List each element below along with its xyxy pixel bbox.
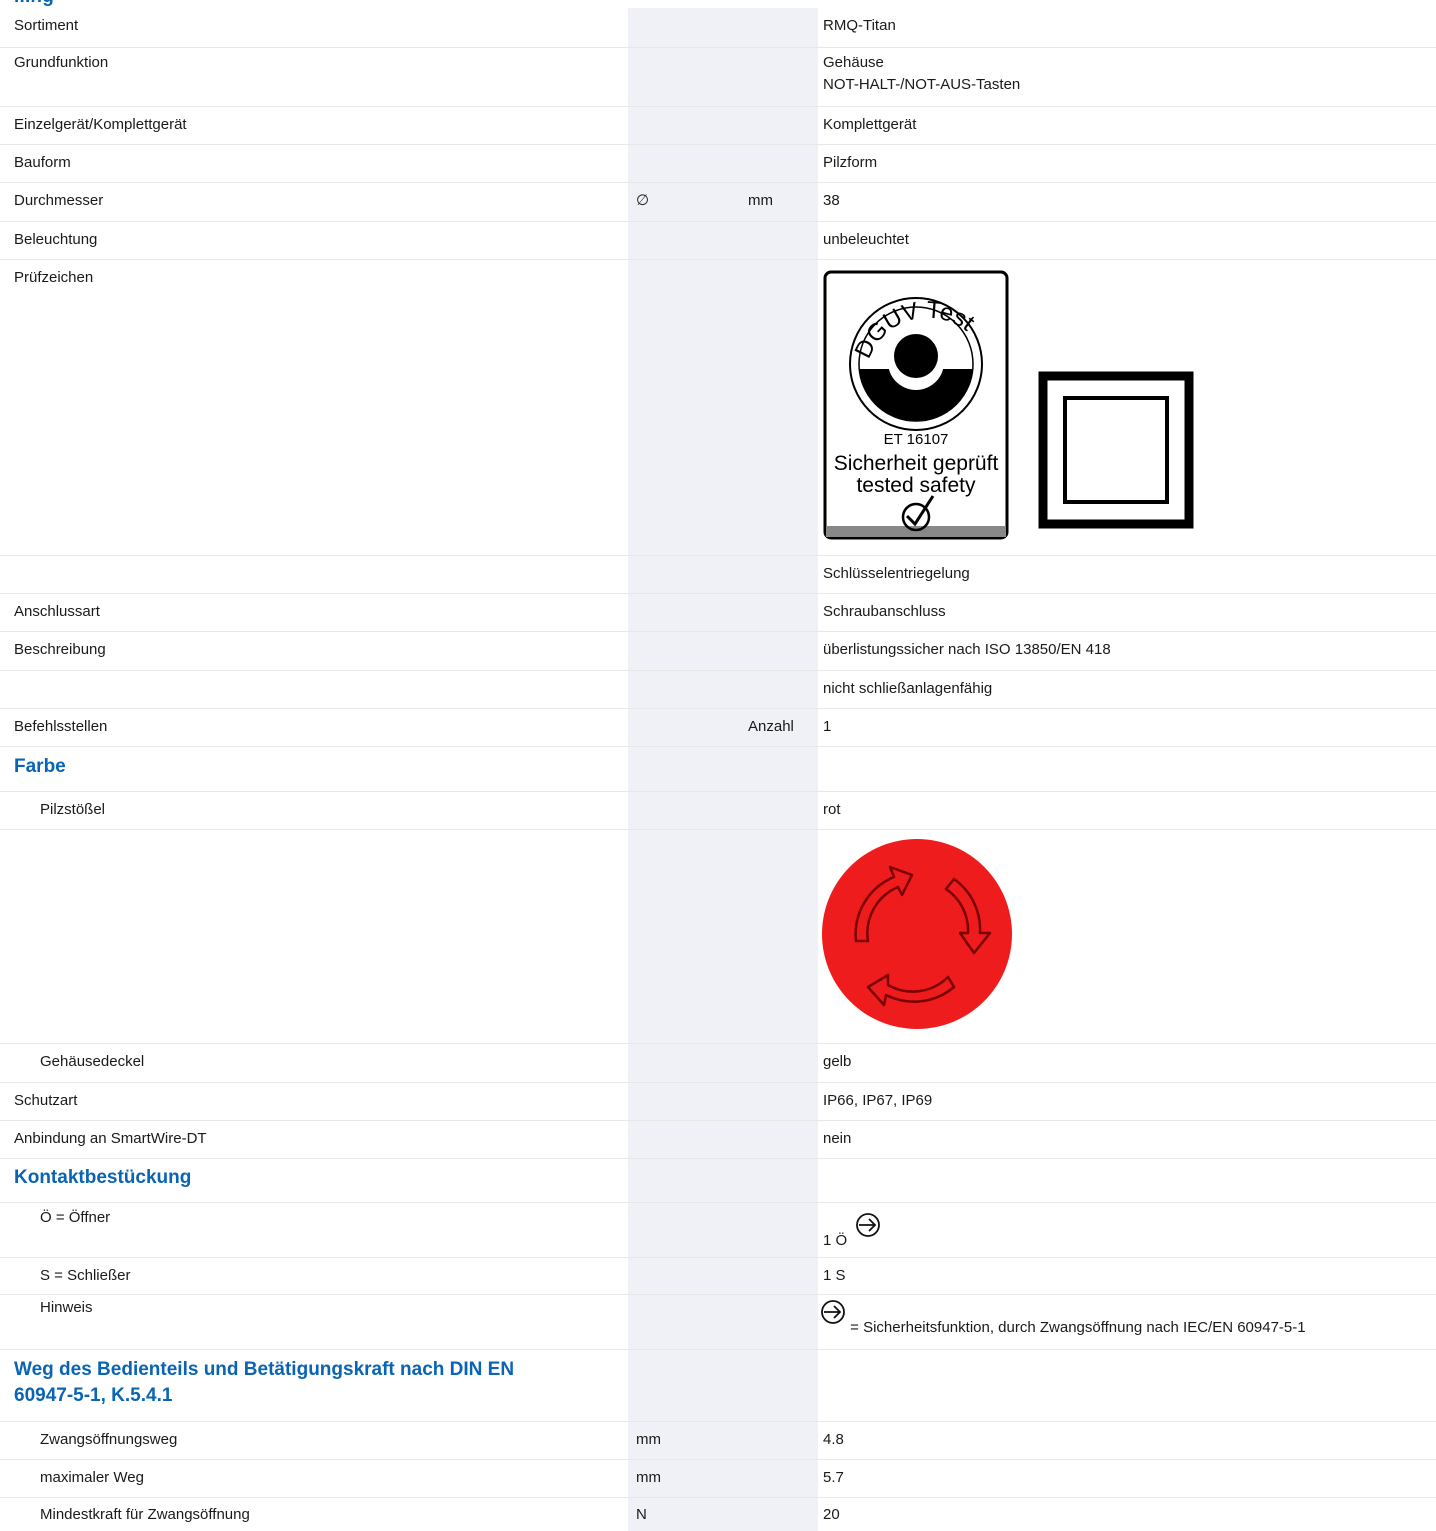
label: Einzelgerät/Komplettgerät xyxy=(14,116,187,133)
label: Befehlsstellen xyxy=(14,718,108,735)
label: Pilzstößel xyxy=(40,801,106,818)
value: nein xyxy=(823,1130,852,1147)
row-befehlsstellen: Befehlsstellen Anzahl 1 xyxy=(0,709,1436,747)
section-farbe: Farbe xyxy=(0,747,1436,792)
value: rot xyxy=(823,801,841,818)
row-schliessanlage: nicht schließanlagenfähig xyxy=(0,671,1436,709)
label: Anbindung an SmartWire-DT xyxy=(14,1130,207,1147)
value: unbeleuchtet xyxy=(823,231,909,248)
section-kontaktbestueckung: Kontaktbestückung xyxy=(0,1159,1436,1203)
row-maximaler-weg: maximaler Weg mm 5.7 xyxy=(0,1460,1436,1498)
value: gelb xyxy=(823,1053,852,1070)
row-sortiment: Sortiment RMQ-Titan xyxy=(0,8,1436,48)
row-button-image xyxy=(0,830,1436,1044)
value: 20 xyxy=(823,1506,840,1523)
label: Beleuchtung xyxy=(14,231,98,248)
row-anschlussart: Anschlussart Schraubanschluss xyxy=(0,594,1436,632)
row-schliesser: S = Schließer 1 S xyxy=(0,1258,1436,1295)
section-heading-line1: Weg des Bedienteils und Betätigungskraft… xyxy=(14,1359,515,1380)
label: Beschreibung xyxy=(14,641,106,658)
label: Ö = Öffner xyxy=(40,1209,111,1226)
row-gehaeusedeckel: Gehäusedeckel gelb xyxy=(0,1044,1436,1083)
label: Bauform xyxy=(14,154,71,171)
value: 1 xyxy=(823,718,832,735)
section-heading-line2: 60947-5-1, K.5.4.1 xyxy=(14,1385,173,1406)
section-heading: Kontaktbestückung xyxy=(14,1167,192,1188)
label: Sortiment xyxy=(14,17,79,34)
row-grundfunktion: Grundfunktion Gehäuse NOT-HALT-/NOT-AUS-… xyxy=(0,48,1436,107)
label: Schutzart xyxy=(14,1092,78,1109)
unit: N xyxy=(636,1506,647,1523)
value: RMQ-Titan xyxy=(823,17,896,34)
row-durchmesser: Durchmesser ∅ mm 38 xyxy=(0,183,1436,222)
row-bauform: Bauform Pilzform xyxy=(0,145,1436,183)
value: 1 Ö xyxy=(823,1232,848,1249)
value: Schraubanschluss xyxy=(823,603,946,620)
dguv-line1: Sicherheit geprüft xyxy=(834,452,999,475)
label: Durchmesser xyxy=(14,192,104,209)
value: überlistungssicher nach ISO 13850/EN 418 xyxy=(823,641,1111,658)
value: IP66, IP67, IP69 xyxy=(823,1092,933,1109)
mushroom-button-icon xyxy=(822,839,1012,1029)
row-einzelgeraet: Einzelgerät/Komplettgerät Komplettgerät xyxy=(0,107,1436,145)
label: Hinweis xyxy=(40,1299,93,1316)
label: Gehäusedeckel xyxy=(40,1053,145,1070)
value: = Sicherheitsfunktion, durch Zwangsöffnu… xyxy=(850,1319,1306,1336)
row-schutzart: Schutzart IP66, IP67, IP69 xyxy=(0,1083,1436,1121)
label: maximaler Weg xyxy=(40,1469,144,1486)
row-beleuchtung: Beleuchtung unbeleuchtet xyxy=(0,222,1436,260)
label: Anschlussart xyxy=(14,603,100,620)
row-mindestkraft: Mindestkraft für Zwangsöffnung N 20 xyxy=(0,1498,1436,1531)
certification-logos: DGUV Test ET 16107 Sicherheit geprüft te… xyxy=(823,270,1203,548)
value: Pilzform xyxy=(823,154,878,171)
row-pruefzeichen: Prüfzeichen DGUV Test ET 16107 Sicherhei… xyxy=(0,260,1436,556)
label: Grundfunktion xyxy=(14,54,109,71)
label: S = Schließer xyxy=(40,1267,131,1284)
value: 5.7 xyxy=(823,1469,844,1486)
value: 38 xyxy=(823,192,840,209)
row-pilzstoessel: Pilzstößel rot xyxy=(0,792,1436,830)
dguv-line2: tested safety xyxy=(856,474,976,497)
row-hinweis: Hinweis = Sicherheitsfunktion, durch Zwa… xyxy=(0,1295,1436,1350)
unit: mm xyxy=(636,1469,661,1486)
value: Schlüsselentriegelung xyxy=(823,565,970,582)
value: nicht schließanlagenfähig xyxy=(823,680,993,697)
section-weg: Weg des Bedienteils und Betätigungskraft… xyxy=(0,1350,1436,1422)
value: 1 S xyxy=(823,1267,846,1284)
positive-opening-icon xyxy=(856,1213,881,1237)
unit: mm xyxy=(636,1431,661,1448)
double-insulation-icon xyxy=(1038,371,1194,529)
value-line2: NOT-HALT-/NOT-AUS-Tasten xyxy=(823,76,1021,93)
row-zwangsoeffnungsweg: Zwangsöffnungsweg mm 4.8 xyxy=(0,1422,1436,1460)
label: Zwangsöffnungsweg xyxy=(40,1431,178,1448)
row-schluesselentriegelung: Schlüsselentriegelung xyxy=(0,556,1436,594)
value-line1: Gehäuse xyxy=(823,54,884,71)
value-with-icon: 1 Ö xyxy=(823,1212,881,1249)
unit: mm xyxy=(748,192,773,209)
label: Mindestkraft für Zwangsöffnung xyxy=(40,1506,250,1523)
value-with-icon: = Sicherheitsfunktion, durch Zwangsöffnu… xyxy=(820,1299,1306,1336)
dguv-code: ET 16107 xyxy=(884,431,949,448)
dguv-logo: DGUV Test ET 16107 Sicherheit geprüft te… xyxy=(823,270,1194,540)
emergency-stop-image xyxy=(820,837,1016,1037)
value: 4.8 xyxy=(823,1431,844,1448)
positive-opening-icon xyxy=(821,1300,845,1324)
value: Komplettgerät xyxy=(823,116,917,133)
row-beschreibung: Beschreibung überlistungssicher nach ISO… xyxy=(0,632,1436,671)
row-oeffner: Ö = Öffner 1 Ö xyxy=(0,1203,1436,1258)
unit: Anzahl xyxy=(748,718,794,735)
top-heading-fragment: ...ng xyxy=(0,0,1436,8)
symbol: ∅ xyxy=(636,192,650,209)
label: Prüfzeichen xyxy=(14,269,94,286)
row-smartwire: Anbindung an SmartWire-DT nein xyxy=(0,1121,1436,1159)
section-heading: Farbe xyxy=(14,756,66,777)
